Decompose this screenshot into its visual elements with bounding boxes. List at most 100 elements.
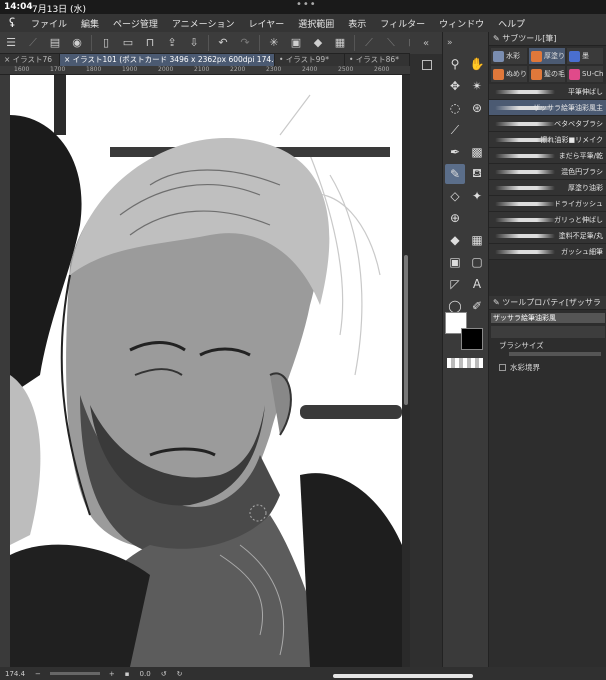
tab-illust-86[interactable]: • イラスト86* [345, 54, 410, 66]
tool-property-title: ツールプロパティ[ザッサラ [502, 298, 601, 307]
zoom-value[interactable]: 174.4 [5, 670, 25, 678]
zoom-slider[interactable] [49, 672, 100, 675]
zoom-in-icon[interactable]: + [109, 670, 115, 678]
brush-item[interactable]: まだら平筆/乾 [489, 148, 606, 164]
fill-bucket-icon[interactable]: ◆ [309, 34, 327, 52]
auto-select-icon[interactable]: ⊛ [467, 98, 487, 118]
brush-item[interactable]: 混色円ブラシ [489, 164, 606, 180]
eyedropper-icon[interactable]: ⟋ [445, 120, 465, 140]
move-layer-icon[interactable]: ✥ [445, 76, 465, 96]
ruler-tick: 1600 [14, 66, 30, 73]
zoom-out-icon[interactable]: − [35, 670, 41, 678]
ios-status-bar: 14:04 7月13日 (水) ••• [0, 0, 606, 15]
watercolor-edge-checkbox[interactable] [499, 363, 506, 371]
ruler-tick: 2200 [230, 66, 246, 73]
panel-collapse-left-icon[interactable]: « [410, 32, 442, 54]
brush-item[interactable]: 擦れ油彩■リメイク [489, 132, 606, 148]
menu-bar: ʢ ファイル 編集 ページ管理 アニメーション レイヤー 選択範囲 表示 フィル… [0, 14, 606, 32]
menu-help[interactable]: ヘルプ [491, 17, 532, 30]
subtool-group-ink[interactable]: 墨 [567, 48, 603, 64]
ruler-tick: 2300 [266, 66, 282, 73]
brush-icon[interactable]: ✎ [445, 164, 465, 184]
tool-palette: » ⚲ ✋ ✥ ✴ ◌ ⊛ ⟋ ✒ ▩ ✎ ⛾ ◇ ✦ ⊕ ◆ ▦ ▣ ▢ ◸ … [442, 32, 488, 667]
menu-page[interactable]: ページ管理 [106, 17, 165, 30]
correct-line-icon[interactable]: ✐ [467, 296, 487, 316]
subtool-title: サブツール[筆] [502, 34, 557, 43]
ruler-icon[interactable]: ◸ [445, 274, 465, 294]
hamburger-menu-icon[interactable]: ☰ [2, 34, 20, 52]
frame-icon[interactable]: ▢ [467, 252, 487, 272]
menu-file[interactable]: ファイル [24, 17, 74, 30]
rotation-value[interactable]: 0.0 [140, 670, 151, 678]
zoom-icon[interactable]: ⚲ [445, 54, 465, 74]
save-icon[interactable]: ⊓ [141, 34, 159, 52]
menu-window[interactable]: ウィンドウ [432, 17, 491, 30]
airbrush-icon[interactable]: ⛾ [467, 164, 487, 184]
eraser-icon[interactable]: ◇ [445, 186, 465, 206]
tab-illust-76[interactable]: × イラスト76 [0, 54, 60, 66]
subtool-group-hair[interactable]: 髪の毛 [529, 66, 565, 82]
brush-item[interactable]: 厚塗り油彩 [489, 180, 606, 196]
brush-item[interactable]: ドライガッシュ [489, 196, 606, 212]
brush-item[interactable]: ベタベタブラシ [489, 116, 606, 132]
canvas-vertical-scrollbar[interactable] [402, 75, 410, 667]
brush-item[interactable]: 平筆伸ばし [489, 84, 606, 100]
menu-view[interactable]: 表示 [341, 17, 373, 30]
brush-item[interactable]: ガッシュ細筆 [489, 244, 606, 260]
menu-layer[interactable]: レイヤー [242, 17, 292, 30]
brush-size-slider[interactable] [509, 352, 601, 356]
ruler-tick: 2600 [374, 66, 390, 73]
brush-item[interactable]: ガリっと伸ばし [489, 212, 606, 228]
operation-icon[interactable]: ✴ [467, 76, 487, 96]
tab-illust-99[interactable]: • イラスト99* [275, 54, 345, 66]
sub-color-swatch[interactable] [461, 328, 483, 350]
snap-special-ruler-icon[interactable]: ⟍ [382, 34, 400, 52]
clip-studio-logo-icon[interactable]: ʢ [0, 14, 24, 32]
figure-icon[interactable]: ▣ [445, 252, 465, 272]
clear-icon[interactable]: ▣ [287, 34, 305, 52]
fit-icon[interactable]: ▪ [125, 670, 130, 678]
brush-item[interactable]: 塗料不足筆/丸 [489, 228, 606, 244]
subtool-group-nume[interactable]: ぬめり [491, 66, 527, 82]
brush-group-icon [493, 68, 504, 80]
export-icon[interactable]: ⇪ [163, 34, 181, 52]
rotate-right-icon[interactable]: ↻ [177, 670, 183, 678]
subtool-group-thick-paint[interactable]: 厚塗り [529, 48, 565, 64]
pen-icon[interactable]: ✒ [445, 142, 465, 162]
blend-icon[interactable]: ⊕ [445, 208, 465, 228]
decoration-icon[interactable]: ✦ [467, 186, 487, 206]
drawing-canvas[interactable] [10, 75, 402, 667]
subtool-group-su-ch[interactable]: SU-Ch [567, 66, 603, 82]
new-file-icon[interactable]: ▯ [97, 34, 115, 52]
text-icon[interactable]: A [467, 274, 487, 294]
fill-icon[interactable]: ◆ [445, 230, 465, 250]
redo-icon[interactable]: ↷ [236, 34, 254, 52]
menu-animation[interactable]: アニメーション [165, 17, 242, 30]
ruler-tick: 2100 [194, 66, 210, 73]
transform-icon[interactable]: ▦ [331, 34, 349, 52]
navigator-icon[interactable] [422, 60, 432, 70]
subtool-group-watercolor[interactable]: 水彩 [491, 48, 527, 64]
tab-illust-101[interactable]: × イラスト101 (ポストカード 3496 x 2362px 600dpi 1… [60, 54, 275, 66]
canvas-status-bar: 174.4 − + ▪ 0.0 ↺ ↻ [0, 667, 606, 680]
home-indicator[interactable] [333, 674, 473, 678]
gradient-icon[interactable]: ▦ [467, 230, 487, 250]
menu-selection[interactable]: 選択範囲 [291, 17, 341, 30]
multitask-dots-icon[interactable]: ••• [296, 0, 317, 10]
open-folder-icon[interactable]: ▭ [119, 34, 137, 52]
transparent-color-swatch[interactable] [447, 358, 483, 368]
lasso-icon[interactable]: ◌ [445, 98, 465, 118]
watercolor-edge-label: 水彩境界 [510, 362, 540, 372]
menu-filter[interactable]: フィルター [373, 17, 432, 30]
rotate-left-icon[interactable]: ↺ [161, 670, 167, 678]
import-icon[interactable]: ⇩ [185, 34, 203, 52]
record-icon[interactable]: ◉ [68, 34, 86, 52]
panel-collapse-icon[interactable]: » [443, 32, 488, 54]
brush-item[interactable]: ザッサラ絵筆油彩風主 [489, 100, 606, 116]
pattern-icon[interactable]: ▩ [467, 142, 487, 162]
undo-icon[interactable]: ↶ [214, 34, 232, 52]
menu-edit[interactable]: 編集 [74, 17, 106, 30]
snap-ruler-icon[interactable]: ⟋ [360, 34, 378, 52]
layer-icon[interactable]: ▤ [46, 34, 64, 52]
hand-icon[interactable]: ✋ [467, 54, 487, 74]
